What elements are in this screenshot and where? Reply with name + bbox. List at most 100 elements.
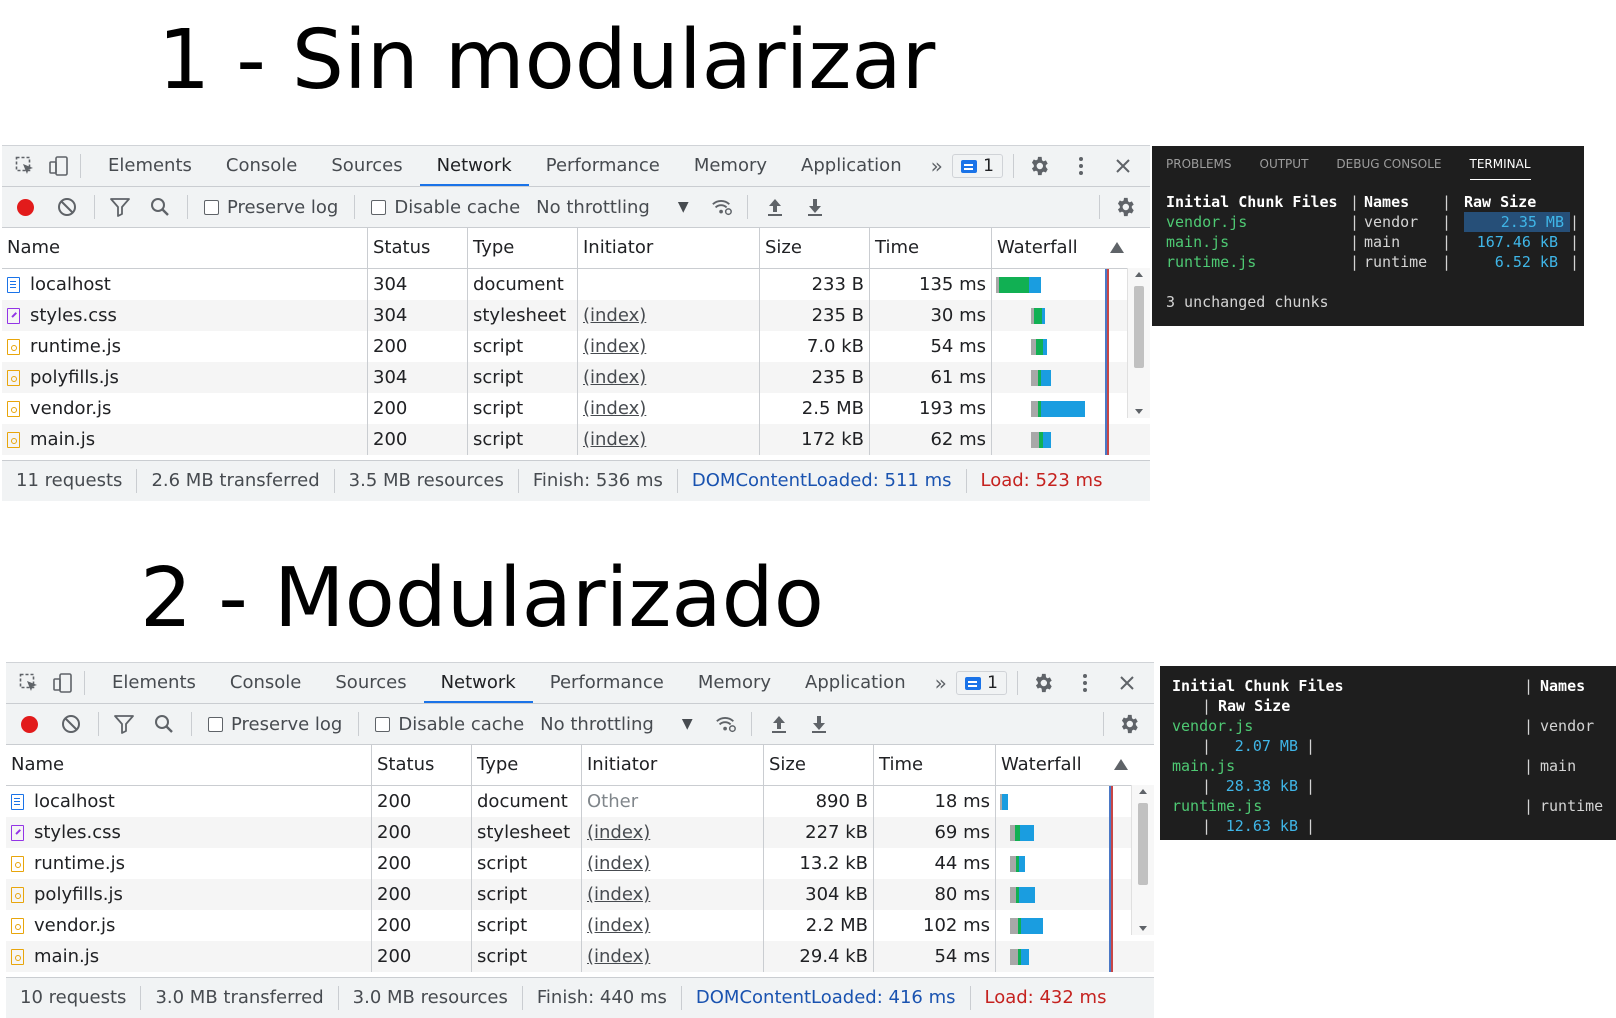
- network-settings-gear-icon[interactable]: [1114, 196, 1136, 218]
- network-conditions-icon[interactable]: [711, 196, 733, 218]
- column-header-size[interactable]: Size: [760, 228, 870, 268]
- scroll-up-arrow-icon[interactable]: [1139, 789, 1147, 794]
- kebab-menu-icon[interactable]: [1070, 155, 1092, 177]
- search-icon[interactable]: [153, 713, 175, 735]
- column-header-name[interactable]: Name: [6, 745, 372, 785]
- scrollbar-thumb[interactable]: [1138, 803, 1148, 885]
- tab-elements[interactable]: Elements: [91, 146, 209, 186]
- tab-memory[interactable]: Memory: [681, 663, 788, 703]
- cell-name[interactable]: localhost: [6, 786, 372, 817]
- scrollbar-thumb[interactable]: [1134, 286, 1144, 368]
- column-header-type[interactable]: Type: [468, 228, 578, 268]
- cell-initiator[interactable]: (index): [578, 362, 760, 393]
- tab-debug-console[interactable]: DEBUG CONSOLE: [1336, 149, 1441, 179]
- tab-application[interactable]: Application: [784, 146, 919, 186]
- cell-initiator[interactable]: (index): [582, 910, 764, 941]
- cell-name[interactable]: polyfills.js: [6, 879, 372, 910]
- search-icon[interactable]: [149, 196, 171, 218]
- tab-memory[interactable]: Memory: [677, 146, 784, 186]
- table-row[interactable]: styles.css 200 stylesheet (index) 227 kB 69 m…: [6, 817, 1154, 848]
- tab-console[interactable]: Console: [209, 146, 314, 186]
- cell-initiator[interactable]: (index): [578, 300, 760, 331]
- cell-initiator[interactable]: (index): [582, 848, 764, 879]
- throttling-select[interactable]: No throttling: [536, 197, 650, 218]
- tab-elements[interactable]: Elements: [95, 663, 213, 703]
- export-har-icon[interactable]: [804, 196, 826, 218]
- chevron-down-icon[interactable]: ▼: [678, 199, 689, 215]
- column-header-initiator[interactable]: Initiator: [578, 228, 760, 268]
- tab-terminal[interactable]: TERMINAL: [1469, 149, 1531, 180]
- record-icon[interactable]: [18, 713, 40, 735]
- cell-name[interactable]: runtime.js: [6, 848, 372, 879]
- gear-icon[interactable]: [1028, 155, 1050, 177]
- close-icon[interactable]: [1116, 672, 1138, 694]
- column-header-waterfall[interactable]: Waterfall: [996, 745, 1136, 785]
- cell-initiator[interactable]: (index): [578, 424, 760, 455]
- table-row[interactable]: main.js 200 script (index) 29.4 kB 54 ms: [6, 941, 1154, 972]
- disable-cache-checkbox[interactable]: Disable cache: [375, 714, 524, 735]
- cell-initiator[interactable]: (index): [578, 393, 760, 424]
- tab-output[interactable]: OUTPUT: [1260, 149, 1309, 179]
- column-header-size[interactable]: Size: [764, 745, 874, 785]
- cell-name[interactable]: styles.css: [2, 300, 368, 331]
- table-row[interactable]: styles.css 304 stylesheet (index) 235 B 30 ms: [2, 300, 1150, 331]
- inspect-element-icon[interactable]: [14, 155, 36, 177]
- table-row[interactable]: polyfills.js 304 script (index) 235 B 61 ms: [2, 362, 1150, 393]
- scroll-down-arrow-icon[interactable]: [1139, 926, 1147, 931]
- checkbox-box[interactable]: [375, 716, 391, 732]
- cell-name[interactable]: main.js: [2, 424, 368, 455]
- cell-name[interactable]: vendor.js: [6, 910, 372, 941]
- tab-sources[interactable]: Sources: [318, 663, 423, 703]
- vertical-scrollbar[interactable]: [1131, 785, 1154, 935]
- cell-name[interactable]: polyfills.js: [2, 362, 368, 393]
- clear-icon[interactable]: [60, 713, 82, 735]
- scroll-up-arrow-icon[interactable]: [1135, 272, 1143, 277]
- network-conditions-icon[interactable]: [715, 713, 737, 735]
- import-har-icon[interactable]: [764, 196, 786, 218]
- cell-initiator[interactable]: (index): [578, 331, 760, 362]
- cell-name[interactable]: styles.css: [6, 817, 372, 848]
- cell-initiator[interactable]: (index): [582, 941, 764, 972]
- column-header-time[interactable]: Time: [870, 228, 992, 268]
- tab-performance[interactable]: Performance: [529, 146, 677, 186]
- throttling-select[interactable]: No throttling: [540, 714, 654, 735]
- table-row[interactable]: localhost 200 document Other 890 B 18 ms: [6, 786, 1154, 817]
- column-header-status[interactable]: Status: [368, 228, 468, 268]
- tab-network[interactable]: Network: [423, 663, 533, 703]
- scroll-down-arrow-icon[interactable]: [1135, 409, 1143, 414]
- tab-problems[interactable]: PROBLEMS: [1166, 149, 1232, 179]
- filter-icon[interactable]: [109, 196, 131, 218]
- inspect-element-icon[interactable]: [18, 672, 40, 694]
- preserve-log-checkbox[interactable]: Preserve log: [208, 714, 342, 735]
- cell-name[interactable]: vendor.js: [2, 393, 368, 424]
- column-header-waterfall[interactable]: Waterfall: [992, 228, 1132, 268]
- disable-cache-checkbox[interactable]: Disable cache: [371, 197, 520, 218]
- column-header-name[interactable]: Name: [2, 228, 368, 268]
- import-har-icon[interactable]: [768, 713, 790, 735]
- cell-initiator[interactable]: (index): [582, 817, 764, 848]
- tab-network[interactable]: Network: [419, 146, 529, 186]
- checkbox-box[interactable]: [204, 199, 219, 215]
- cell-name[interactable]: runtime.js: [2, 331, 368, 362]
- table-row[interactable]: vendor.js 200 script (index) 2.2 MB 102 ms: [6, 910, 1154, 941]
- more-tabs-button[interactable]: »: [923, 671, 959, 695]
- table-row[interactable]: localhost 304 document 233 B 135 ms: [2, 269, 1150, 300]
- kebab-menu-icon[interactable]: [1074, 672, 1096, 694]
- preserve-log-checkbox[interactable]: Preserve log: [204, 197, 338, 218]
- clear-icon[interactable]: [56, 196, 78, 218]
- column-header-status[interactable]: Status: [372, 745, 472, 785]
- more-tabs-button[interactable]: »: [919, 154, 955, 178]
- table-row[interactable]: runtime.js 200 script (index) 13.2 kB 44 ms: [6, 848, 1154, 879]
- device-toolbar-icon[interactable]: [52, 672, 74, 694]
- checkbox-box[interactable]: [371, 199, 387, 215]
- cell-name[interactable]: localhost: [2, 269, 368, 300]
- cell-initiator[interactable]: (index): [582, 879, 764, 910]
- chevron-down-icon[interactable]: ▼: [682, 716, 693, 732]
- table-row[interactable]: main.js 200 script (index) 172 kB 62 ms: [2, 424, 1150, 455]
- tab-console[interactable]: Console: [213, 663, 318, 703]
- checkbox-box[interactable]: [208, 716, 223, 732]
- record-icon[interactable]: [14, 196, 36, 218]
- tab-performance[interactable]: Performance: [533, 663, 681, 703]
- table-row[interactable]: vendor.js 200 script (index) 2.5 MB 193 ms: [2, 393, 1150, 424]
- table-row[interactable]: polyfills.js 200 script (index) 304 kB 80 ms: [6, 879, 1154, 910]
